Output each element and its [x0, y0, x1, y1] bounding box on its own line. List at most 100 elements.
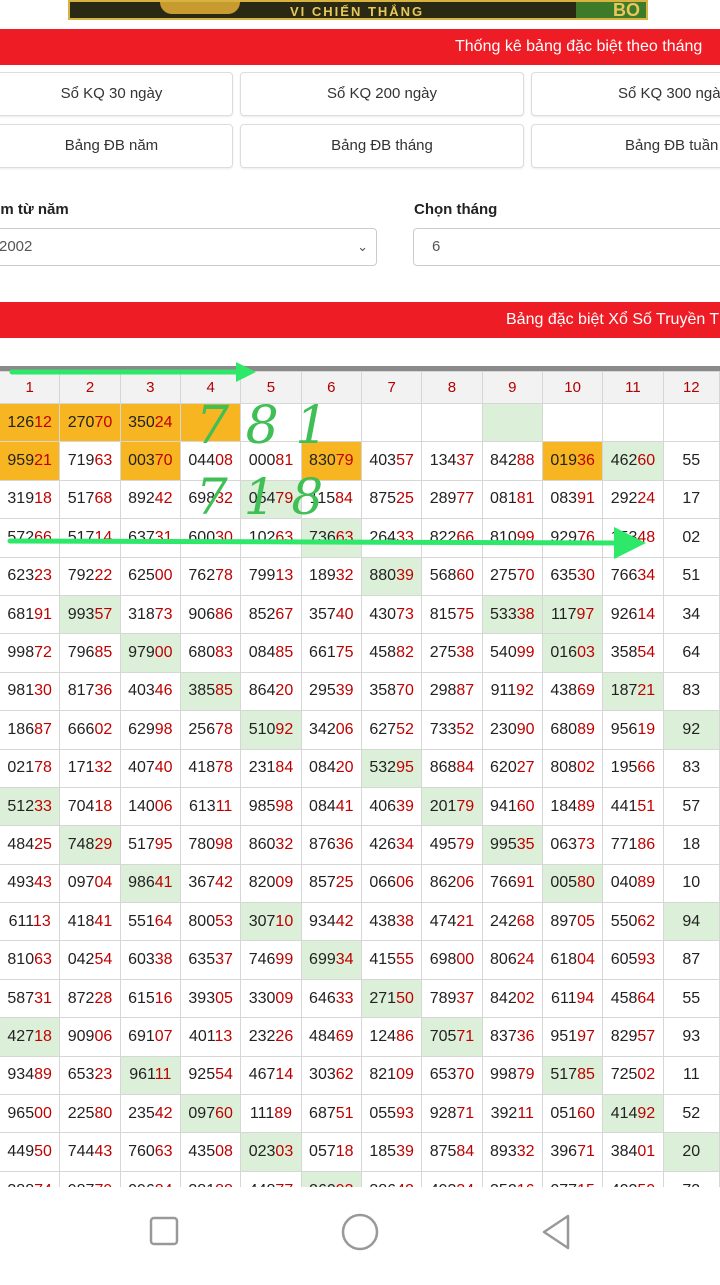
number-tail: 91 — [577, 490, 595, 508]
number-head: 342 — [309, 720, 336, 738]
number-head: 186 — [7, 720, 35, 738]
column-header: 11 — [602, 371, 664, 404]
number-head: 766 — [490, 874, 517, 892]
number-tail: 06 — [154, 797, 173, 815]
result-cell: 19566 — [602, 748, 664, 788]
number-tail: 89 — [34, 1066, 52, 1084]
result-cell: 52 — [662, 1094, 720, 1134]
result-cell: 82109 — [360, 1055, 423, 1096]
result-cell: 27150 — [360, 978, 423, 1019]
number-tail: 43 — [34, 874, 52, 892]
number-tail: 32 — [335, 567, 354, 585]
result-cell: 42634 — [360, 825, 423, 865]
number-tail: 52 — [456, 720, 475, 738]
number-tail: 73 — [154, 605, 173, 623]
number-tail: 97 — [577, 1027, 595, 1045]
result-cell: 08181 — [481, 479, 543, 520]
number-head: 625 — [128, 567, 155, 585]
number-head: 808 — [550, 759, 578, 777]
number-tail: 53 — [215, 912, 233, 930]
bang-db-nam-button[interactable]: Bảng ĐB năm — [0, 124, 233, 168]
number-tail: 22 — [94, 567, 113, 585]
month-select[interactable]: 6 — [413, 228, 720, 266]
so-kq-300-button[interactable]: Sổ KQ 300 ngày — [531, 72, 720, 116]
bang-db-tuan-button[interactable]: Bảng ĐB tuần — [531, 124, 720, 168]
number-head: 448 — [249, 1182, 276, 1188]
number-tail: 42 — [154, 1104, 173, 1122]
number-tail: 20 — [275, 682, 294, 700]
result-cell: 81736 — [59, 671, 121, 712]
result-cell — [421, 402, 483, 443]
result-cell — [300, 402, 362, 443]
table-row: 44950 74443 76063 43508 02303 05718 18539 87584… — [0, 1132, 720, 1172]
result-cell: 98598 — [240, 786, 302, 827]
number-head: 822 — [429, 528, 457, 546]
result-cell: 93442 — [300, 902, 362, 942]
number-head: 493 — [430, 1182, 457, 1188]
result-cell: 22580 — [59, 1094, 121, 1134]
result-cell — [179, 402, 242, 443]
number-tail: 06 — [94, 1027, 113, 1045]
result-cell: 87636 — [300, 825, 362, 865]
result-cell: 48469 — [300, 1017, 362, 1057]
number-head: 021 — [7, 759, 35, 777]
result-cell: 92976 — [541, 518, 604, 558]
result-cell: 78937 — [421, 978, 483, 1019]
number-tail: 14 — [637, 605, 656, 623]
number-tail: 83 — [215, 644, 233, 662]
result-cell: 34 — [662, 594, 720, 635]
number-head: 611 — [8, 912, 33, 930]
number-head: 003 — [128, 452, 155, 470]
number-head: 117 — [550, 605, 577, 623]
number-head: 681 — [7, 605, 35, 623]
system-nav-bar — [0, 1190, 720, 1280]
number-head: 705 — [429, 1027, 457, 1045]
number-tail: 41 — [94, 912, 113, 930]
number-tail: 34 — [335, 951, 354, 969]
number-tail: 75 — [456, 605, 475, 623]
result-cell: 68083 — [179, 633, 242, 673]
so-kq-200-button[interactable]: Sổ KQ 200 ngày — [240, 72, 524, 116]
column-header: 2 — [59, 371, 121, 404]
number-head: 403 — [369, 452, 397, 470]
result-cell: 34206 — [300, 710, 362, 750]
number-tail: 92 — [275, 720, 294, 738]
result-cell: 26433 — [360, 518, 423, 558]
result-cell: 08391 — [541, 479, 604, 520]
special-results-grid[interactable]: 1 2 3 4 5 6 7 8 9 10 11 12 12612 27070 35024 95921 7196… — [0, 371, 720, 1187]
result-cell: 20 — [662, 1132, 720, 1172]
promo-banner[interactable]: VI CHIẾN THẮNG BO — [68, 0, 648, 20]
result-cell: 15348 — [602, 518, 664, 558]
number-tail: 05 — [577, 912, 595, 930]
result-cell: 48425 — [0, 825, 61, 865]
square-nav-icon[interactable] — [149, 1216, 179, 1246]
year-select[interactable]: 2002 ⌄ — [0, 228, 377, 266]
number-head: 264 — [369, 528, 397, 546]
result-cell — [360, 402, 423, 443]
number-tail: 18 — [94, 797, 113, 815]
number-tail: 06 — [456, 874, 475, 892]
number-head: 350 — [128, 413, 155, 431]
result-cell: 38401 — [602, 1132, 664, 1172]
home-nav-icon[interactable] — [341, 1213, 379, 1251]
back-nav-icon[interactable] — [542, 1214, 570, 1250]
bang-db-thang-button[interactable]: Bảng ĐB tháng — [240, 124, 524, 168]
result-cell: 00580 — [541, 863, 604, 904]
number-head: 077 — [550, 1182, 577, 1188]
number-tail: 00 — [456, 951, 475, 969]
number-tail: 13 — [32, 912, 51, 930]
number-head: 605 — [610, 951, 638, 969]
number-head: 653 — [429, 1066, 457, 1084]
number-head: 875 — [429, 1143, 457, 1161]
number-head: 829 — [610, 1027, 638, 1045]
number-tail: 98 — [154, 720, 173, 738]
column-header: 9 — [481, 371, 543, 404]
number-tail: 86 — [396, 1027, 414, 1045]
number-head: 367 — [188, 874, 216, 892]
number-tail: 85 — [577, 1066, 595, 1084]
number-head: 934 — [7, 1066, 35, 1084]
number-head: 691 — [128, 1027, 155, 1045]
so-kq-30-button[interactable]: Sổ KQ 30 ngày — [0, 72, 233, 116]
number-tail: 37 — [456, 452, 475, 470]
number-head: 815 — [429, 605, 457, 623]
